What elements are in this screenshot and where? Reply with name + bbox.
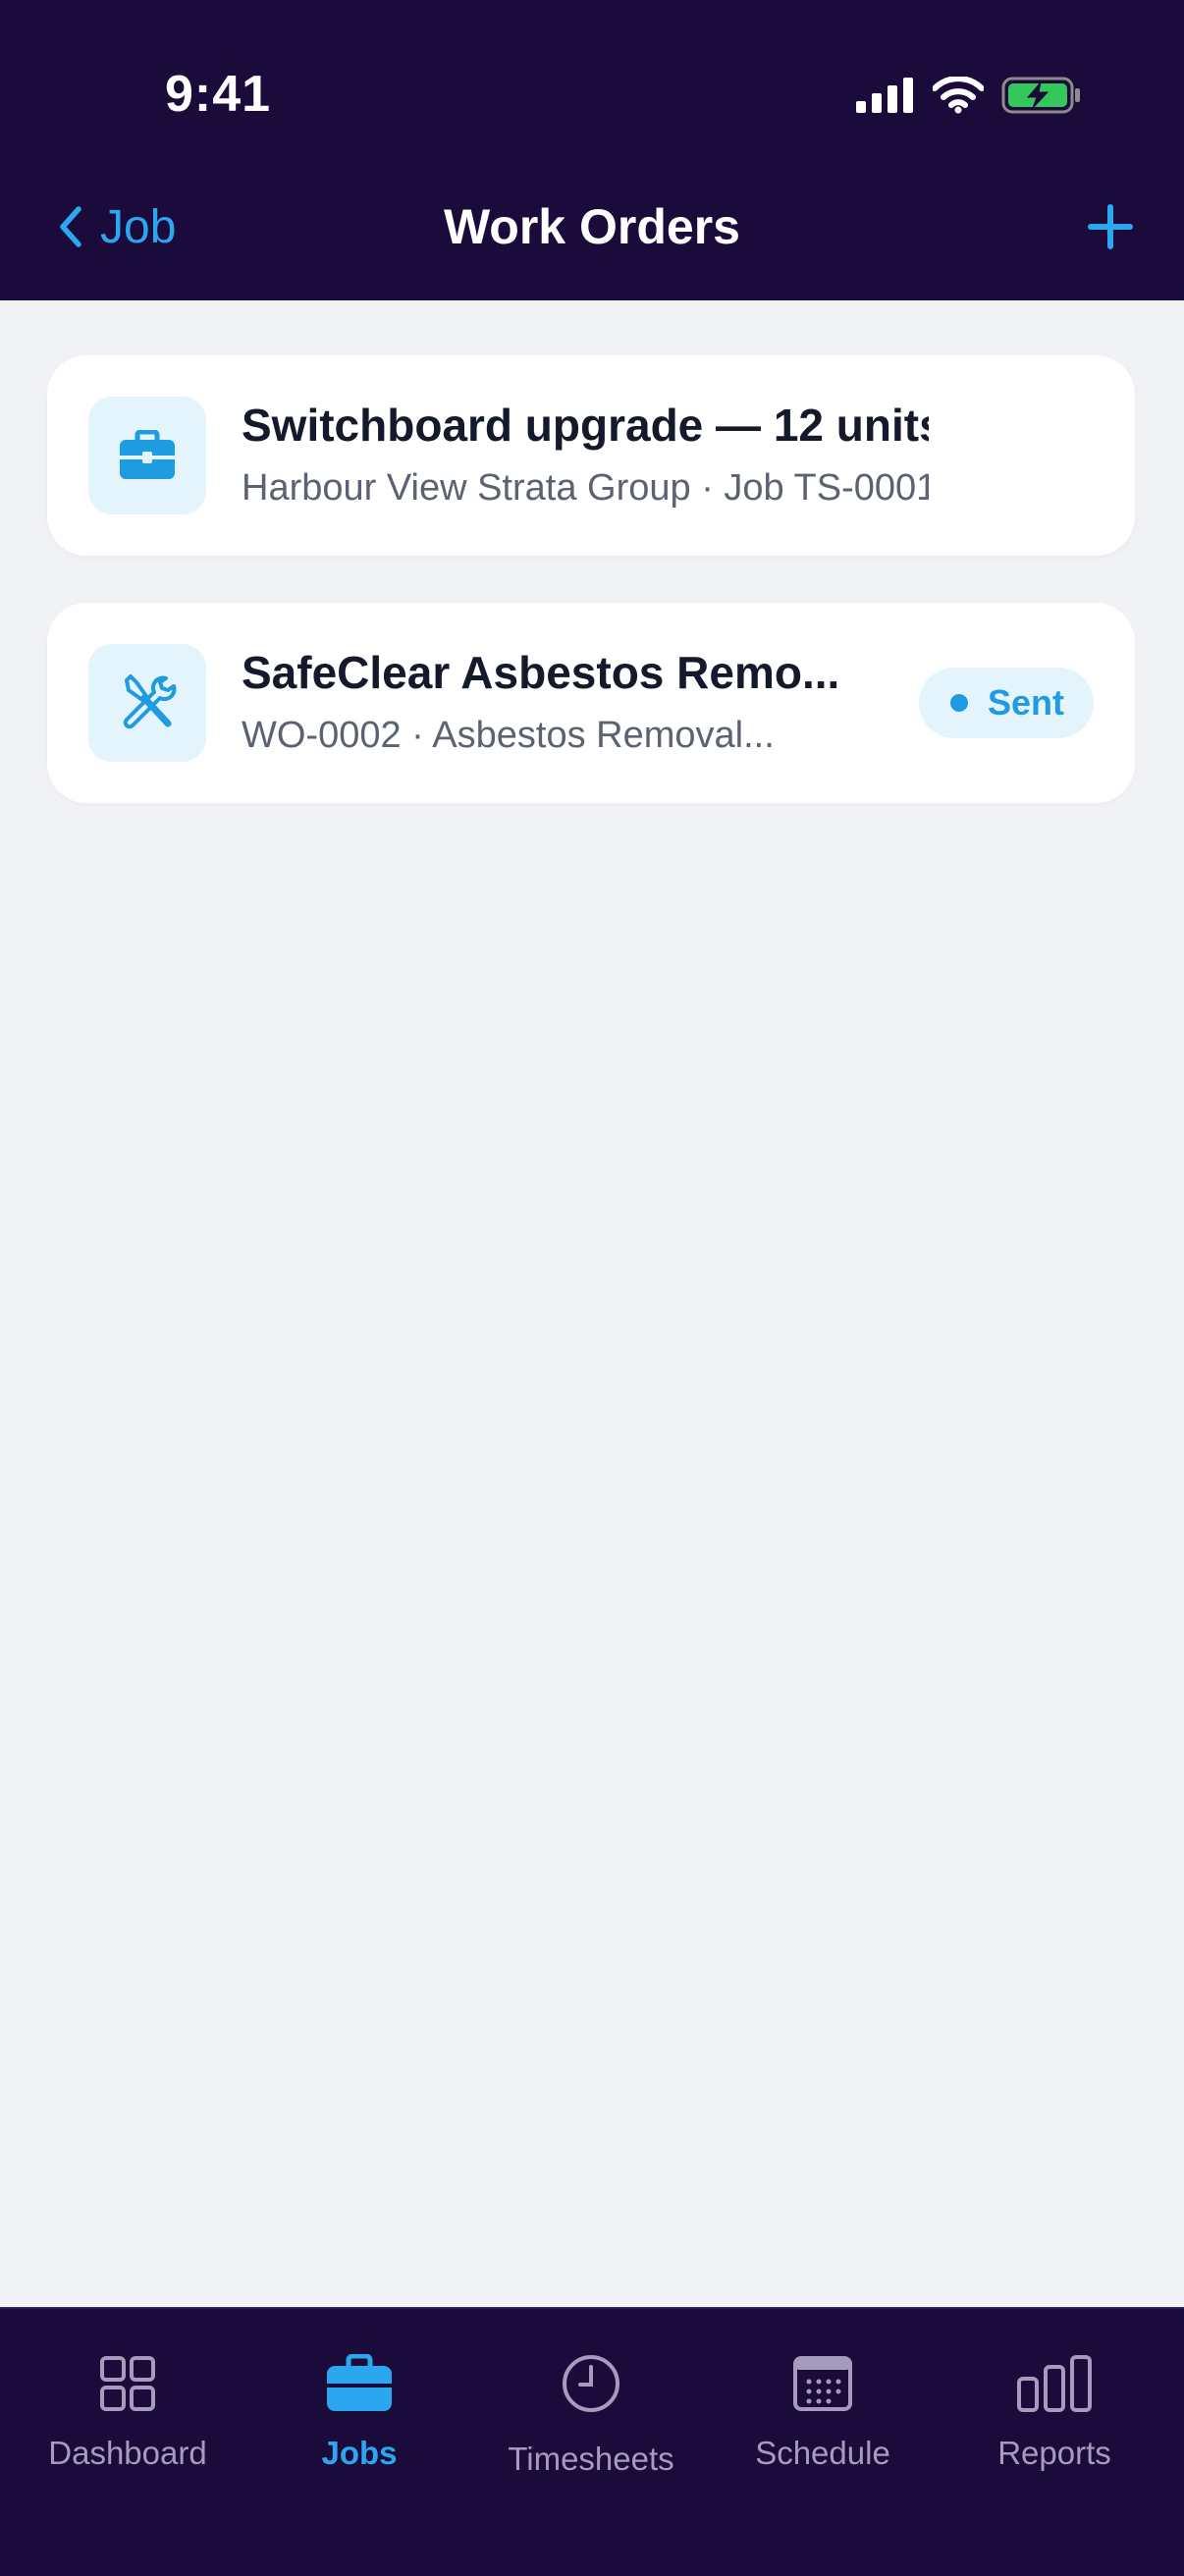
status-icons bbox=[856, 73, 1082, 118]
tab-label: Schedule bbox=[755, 2435, 890, 2471]
app-header: 9:41 Job Work Orders bbox=[0, 0, 1184, 300]
briefcase-icon bbox=[327, 2354, 392, 2411]
work-order-card[interactable]: SafeClear Asbestos Remo... WO-0002 · Asb… bbox=[47, 603, 1135, 803]
back-button[interactable]: Job bbox=[57, 192, 176, 261]
card-title: Switchboard upgrade — 12 units bbox=[242, 400, 929, 451]
tab-label: Timesheets bbox=[508, 2441, 674, 2477]
job-card[interactable]: Switchboard upgrade — 12 units Harbour V… bbox=[47, 355, 1135, 556]
card-title: SafeClear Asbestos Remo... bbox=[242, 647, 840, 698]
tab-schedule[interactable]: Schedule bbox=[707, 2309, 939, 2496]
status-dot bbox=[949, 694, 968, 712]
card-icon-wrap bbox=[88, 397, 206, 514]
tab-bar: Dashboard Jobs Timesheets Schedule Repor… bbox=[0, 2307, 1184, 2576]
status-badge-label: Sent bbox=[987, 682, 1064, 723]
status-time: 9:41 bbox=[165, 66, 272, 123]
plus-icon bbox=[1088, 204, 1133, 249]
clock-icon bbox=[563, 2355, 619, 2412]
add-work-order-button[interactable] bbox=[1076, 192, 1145, 261]
card-subtitle: Harbour View Strata Group · Job TS-0001 bbox=[242, 467, 929, 509]
briefcase-icon bbox=[120, 430, 175, 479]
tab-label: Dashboard bbox=[48, 2435, 207, 2471]
grid-icon bbox=[100, 2356, 155, 2411]
battery-charging-icon bbox=[1001, 77, 1080, 114]
card-icon-wrap bbox=[88, 644, 206, 762]
chevron-left-icon bbox=[60, 206, 81, 247]
tools-icon bbox=[123, 674, 177, 729]
card-subtitle: WO-0002 · Asbestos Removal... bbox=[242, 715, 775, 756]
tab-timesheets[interactable]: Timesheets bbox=[475, 2309, 707, 2496]
status-badge: Sent bbox=[918, 668, 1094, 738]
signal-icon bbox=[856, 78, 913, 113]
bar-chart-icon bbox=[1017, 2355, 1092, 2412]
tab-jobs[interactable]: Jobs bbox=[243, 2309, 475, 2496]
tab-label: Jobs bbox=[321, 2435, 398, 2471]
calendar-icon bbox=[793, 2356, 852, 2411]
page-title: Work Orders bbox=[444, 199, 740, 254]
wifi-icon bbox=[933, 77, 984, 114]
back-label: Job bbox=[100, 200, 177, 253]
tab-label: Reports bbox=[997, 2435, 1111, 2471]
tab-reports[interactable]: Reports bbox=[939, 2309, 1170, 2496]
tab-dashboard[interactable]: Dashboard bbox=[12, 2309, 243, 2496]
